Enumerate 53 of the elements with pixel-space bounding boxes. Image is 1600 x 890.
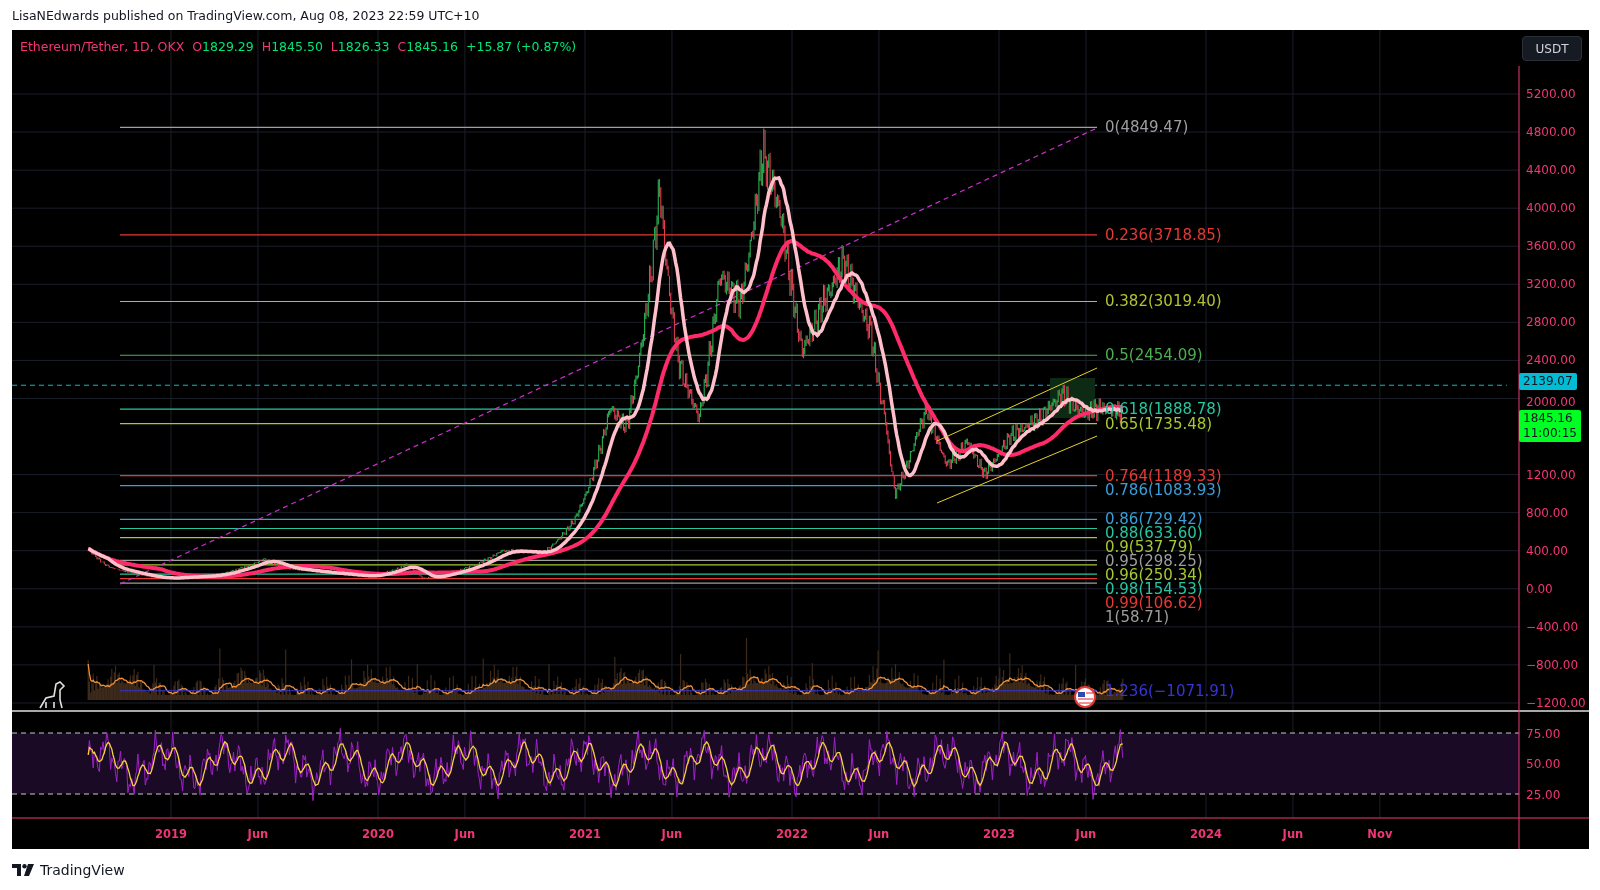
time-axis-label: Jun bbox=[454, 827, 476, 841]
fibonacci-level-label: 0(4849.47) bbox=[1105, 118, 1189, 137]
publish-info: LisaNEdwards published on TradingView.com, Aug 08, 2023 22:59 UTC+10 bbox=[11, 6, 481, 25]
price-axis-label: −1200.00 bbox=[1526, 695, 1586, 710]
fibonacci-level-label: 0.5(2454.09) bbox=[1105, 346, 1203, 365]
price-axis-label: 3600.00 bbox=[1526, 239, 1576, 254]
last-price-tag: 1845.16 11:00:15 bbox=[1519, 410, 1581, 442]
dinosaur-icon bbox=[39, 681, 66, 709]
fibonacci-level-label: 0.764(1189.33) bbox=[1105, 466, 1222, 485]
time-axis-label: Jun bbox=[1075, 827, 1097, 841]
time-axis-label: Jun bbox=[868, 827, 890, 841]
price-axis-label: 0.00 bbox=[1526, 581, 1553, 596]
flag-icon bbox=[1074, 686, 1096, 708]
fibonacci-level-label: 0.86(729.42) bbox=[1105, 510, 1203, 529]
rsi-axis-label: 50.00 bbox=[1526, 757, 1561, 771]
rsi-axis-label: 25.00 bbox=[1526, 787, 1561, 802]
price-change: +15.87 (+0.87%) bbox=[465, 39, 577, 54]
price-axis-label: 2400.00 bbox=[1526, 353, 1576, 368]
time-axis-label: 2022 bbox=[776, 827, 808, 841]
rsi-axis-label: 75.00 bbox=[1526, 726, 1561, 741]
time-axis-label: 2019 bbox=[155, 827, 187, 841]
price-axis-label: −400.00 bbox=[1526, 619, 1579, 634]
fibonacci-level-label: 1.236(−1071.91) bbox=[1105, 681, 1235, 700]
currency-button[interactable]: USDT bbox=[1522, 36, 1582, 61]
fibonacci-level-label: 0.382(3019.40) bbox=[1105, 292, 1222, 311]
time-axis-label: Jun bbox=[247, 827, 269, 841]
fibonacci-level-label: 0.236(3718.85) bbox=[1105, 225, 1222, 244]
time-axis-label: 2023 bbox=[983, 827, 1015, 841]
time-axis-label: 2021 bbox=[569, 827, 601, 841]
ohlc-value: H1845.50 bbox=[261, 39, 323, 54]
price-axis-label: 1200.00 bbox=[1526, 467, 1576, 482]
price-tag: 2139.07 bbox=[1519, 373, 1577, 390]
price-axis-label: 3200.00 bbox=[1526, 277, 1576, 292]
logo-icon bbox=[12, 863, 36, 876]
price-axis-label: 5200.00 bbox=[1526, 87, 1576, 101]
price-axis-label: −800.00 bbox=[1526, 657, 1579, 672]
ohlc-value: L1826.33 bbox=[330, 39, 390, 54]
time-axis-label: 2024 bbox=[1190, 827, 1222, 841]
ohlc-value: O1829.29 bbox=[192, 39, 254, 54]
time-axis-label: Jun bbox=[661, 827, 683, 841]
price-axis-label: 4800.00 bbox=[1526, 125, 1576, 140]
time-axis-label: Nov bbox=[1367, 827, 1393, 841]
brand-name: TradingView bbox=[40, 861, 125, 878]
symbol-title: Ethereum/Tether, 1D, OKX bbox=[20, 39, 185, 54]
price-axis-label: 4400.00 bbox=[1526, 163, 1576, 178]
price-axis-label: 4000.00 bbox=[1526, 201, 1576, 216]
price-axis-label: 800.00 bbox=[1526, 505, 1568, 520]
price-axis-label: 2800.00 bbox=[1526, 315, 1576, 330]
price-axis-label: 400.00 bbox=[1526, 543, 1568, 558]
time-axis-label: Jun bbox=[1282, 827, 1304, 841]
time-axis-label: 2020 bbox=[362, 827, 394, 841]
ohlc-value: C1845.16 bbox=[397, 39, 458, 54]
price-axis-label: 2000.00 bbox=[1526, 395, 1576, 410]
